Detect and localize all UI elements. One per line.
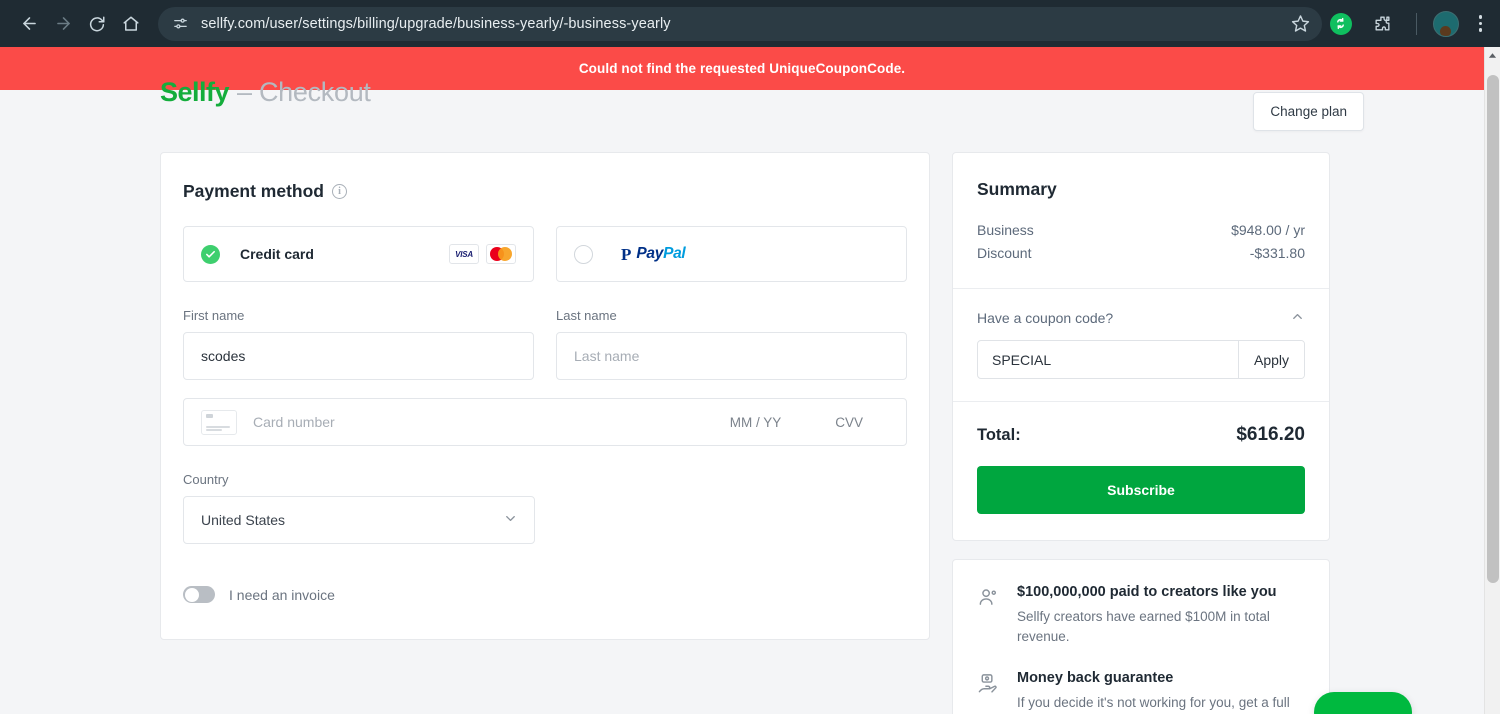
radio-unselected-icon — [574, 244, 593, 264]
invoice-toggle-label: I need an invoice — [229, 586, 335, 603]
paypal-logo: P PayPal — [621, 244, 686, 264]
benefit-title: $100,000,000 paid to creators like you — [1017, 584, 1277, 600]
total-section: Total: $616.20 Subscribe — [953, 402, 1329, 540]
checkout-content: Payment method i Credit card VISA P PayP… — [0, 152, 1484, 714]
country-group: Country United States — [183, 472, 535, 544]
paypal-p-icon: P — [621, 244, 632, 264]
chevron-down-icon — [503, 511, 518, 529]
visa-icon: VISA — [449, 244, 479, 264]
sellfy-logo: Sellfy — [160, 77, 230, 107]
home-icon[interactable] — [114, 7, 148, 41]
toolbar-divider — [1415, 12, 1417, 35]
coupon-toggle-header[interactable]: Have a coupon code? — [977, 309, 1305, 327]
url-text: sellfy.com/user/settings/billing/upgrade… — [201, 15, 671, 32]
forward-icon[interactable] — [46, 7, 80, 41]
scrollbar-thumb[interactable] — [1487, 75, 1499, 583]
summary-discount-value: -$331.80 — [1249, 245, 1305, 261]
browser-menu-icon[interactable] — [1473, 13, 1489, 34]
total-row: Total: $616.20 — [977, 424, 1305, 446]
browser-toolbar: sellfy.com/user/settings/billing/upgrade… — [0, 0, 1500, 47]
paypal-text-pal: Pal — [663, 245, 686, 262]
country-label: Country — [183, 472, 229, 487]
summary-top: Summary Business $948.00 / yr Discount -… — [953, 153, 1329, 288]
subscribe-button[interactable]: Subscribe — [977, 466, 1305, 514]
page-scrollbar[interactable] — [1484, 47, 1500, 714]
card-brand-logos: VISA — [449, 244, 516, 264]
extension-pinned-icon[interactable] — [1329, 12, 1352, 35]
coupon-code-input[interactable] — [978, 341, 1238, 378]
coupon-question-label: Have a coupon code? — [977, 310, 1114, 326]
page-viewport: Could not find the requested UniqueCoupo… — [0, 47, 1484, 714]
payment-method-heading: Payment method i — [183, 181, 907, 202]
mastercard-icon — [486, 244, 516, 264]
summary-discount-label: Discount — [977, 245, 1032, 261]
benefit-description: Sellfy creators have earned $100M in tot… — [1017, 609, 1270, 644]
back-icon[interactable] — [12, 7, 46, 41]
payment-option-paypal[interactable]: P PayPal — [556, 226, 907, 282]
summary-line-plan: Business $948.00 / yr — [977, 222, 1305, 238]
paypal-text-pay: Pay — [636, 245, 664, 262]
last-name-label: Last name — [556, 308, 617, 323]
benefit-item: $100,000,000 paid to creators like you S… — [977, 584, 1305, 646]
address-bar[interactable]: sellfy.com/user/settings/billing/upgrade… — [158, 6, 1322, 41]
summary-title: Summary — [977, 179, 1057, 199]
reload-icon[interactable] — [80, 7, 114, 41]
error-banner-text: Could not find the requested UniqueCoupo… — [578, 61, 906, 76]
credit-card-icon — [201, 409, 237, 435]
summary-column: Summary Business $948.00 / yr Discount -… — [952, 152, 1330, 714]
page-subtitle: – Checkout — [237, 77, 371, 107]
coupon-section: Have a coupon code? Apply — [953, 289, 1329, 401]
first-name-label: First name — [183, 308, 245, 323]
bookmark-star-icon[interactable] — [1284, 7, 1318, 41]
payment-method-title: Payment method — [183, 181, 324, 201]
page-title: Sellfy – Checkout — [160, 77, 371, 108]
country-select[interactable]: United States — [183, 496, 535, 544]
first-name-input[interactable] — [183, 332, 534, 380]
last-name-group: Last name — [556, 308, 907, 380]
total-value: $616.20 — [1236, 424, 1305, 445]
summary-plan-label: Business — [977, 222, 1034, 238]
toolbar-icons — [1329, 7, 1489, 41]
benefit-item: Money back guarantee If you decide it's … — [977, 670, 1305, 714]
info-icon[interactable]: i — [332, 184, 347, 199]
benefit-description: If you decide it's not working for you, … — [1017, 695, 1290, 711]
last-name-input[interactable] — [556, 332, 907, 380]
benefits-panel: $100,000,000 paid to creators like you S… — [952, 559, 1330, 714]
payment-form-card: Payment method i Credit card VISA P PayP… — [160, 152, 930, 640]
summary-plan-value: $948.00 / yr — [1231, 222, 1305, 238]
creators-paid-icon — [977, 584, 1001, 646]
extensions-puzzle-icon[interactable] — [1366, 7, 1400, 41]
chat-widget-button[interactable] — [1314, 692, 1412, 714]
first-name-group: First name — [183, 308, 534, 380]
invoice-toggle-row: I need an invoice — [183, 586, 907, 603]
page-header: Sellfy – Checkout Change plan — [0, 77, 1484, 152]
benefit-title: Money back guarantee — [1017, 670, 1174, 687]
payment-options: Credit card VISA P PayPal — [183, 226, 907, 282]
payment-option-credit-card[interactable]: Credit card VISA — [183, 226, 534, 282]
payment-option-label: Credit card — [240, 246, 314, 262]
change-plan-button[interactable]: Change plan — [1253, 92, 1364, 131]
scroll-up-arrow-icon[interactable] — [1485, 47, 1500, 64]
check-circle-icon — [201, 244, 220, 264]
invoice-toggle[interactable] — [183, 586, 215, 603]
avatar[interactable] — [1432, 10, 1459, 37]
card-number-field[interactable]: Card number MM / YY CVV — [183, 398, 907, 446]
summary-panel: Summary Business $948.00 / yr Discount -… — [952, 152, 1330, 541]
card-number-placeholder: Card number — [253, 414, 335, 430]
money-back-icon — [977, 670, 1001, 714]
total-label: Total: — [977, 426, 1021, 444]
site-settings-icon[interactable] — [172, 15, 189, 32]
name-fields-row: First name Last name — [183, 308, 907, 380]
card-expiry-placeholder[interactable]: MM / YY — [730, 415, 782, 430]
card-cvv-placeholder[interactable]: CVV — [835, 415, 863, 430]
coupon-input-group: Apply — [977, 340, 1305, 379]
chevron-up-icon — [1290, 309, 1305, 327]
apply-coupon-button[interactable]: Apply — [1238, 341, 1304, 378]
summary-line-discount: Discount -$331.80 — [977, 245, 1305, 261]
country-selected-value: United States — [201, 512, 286, 528]
